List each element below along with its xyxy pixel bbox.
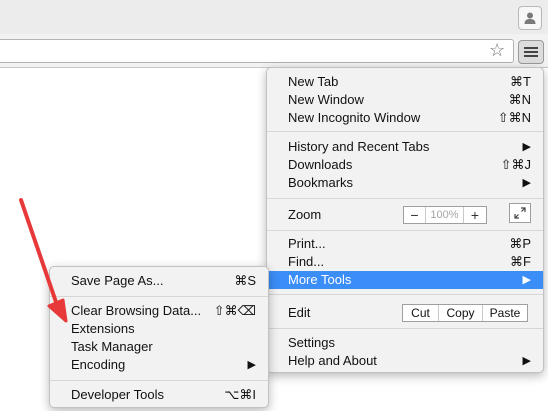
annotation-arrow xyxy=(19,198,68,323)
